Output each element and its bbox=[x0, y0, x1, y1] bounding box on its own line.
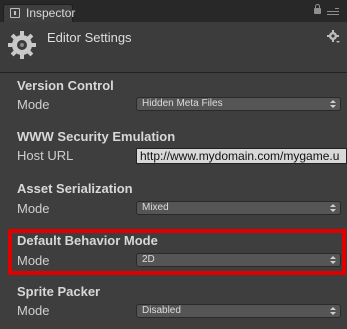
version-control-mode-label: Mode bbox=[17, 97, 50, 112]
settings-gear-icon[interactable] bbox=[327, 30, 341, 44]
dropdown-arrow-icon bbox=[330, 307, 336, 315]
asset-serialization-mode-dropdown[interactable]: Mixed bbox=[136, 201, 341, 215]
page-title: Editor Settings bbox=[47, 30, 132, 45]
lock-icon[interactable] bbox=[314, 4, 321, 14]
version-control-mode-dropdown[interactable]: Hidden Meta Files bbox=[136, 97, 341, 111]
section-title-sprite-packer: Sprite Packer bbox=[17, 284, 101, 299]
tab-inspector[interactable]: Inspector bbox=[3, 4, 76, 22]
dropdown-value: Mixed bbox=[142, 202, 169, 213]
section-title-asset-serialization: Asset Serialization bbox=[17, 181, 133, 196]
section-title-version-control: Version Control bbox=[17, 78, 114, 93]
tab-bar: Inspector bbox=[0, 0, 347, 22]
section-title-www-security: WWW Security Emulation bbox=[17, 129, 176, 144]
sprite-packer-mode-dropdown[interactable]: Disabled bbox=[136, 304, 341, 318]
gear-icon bbox=[8, 31, 36, 59]
tab-label: Inspector bbox=[26, 6, 76, 20]
dropdown-value: Hidden Meta Files bbox=[142, 98, 223, 109]
menu-icon[interactable] bbox=[327, 8, 339, 16]
settings-content: Version Control Mode Hidden Meta Files W… bbox=[0, 73, 347, 329]
dropdown-arrow-icon bbox=[330, 204, 336, 212]
dropdown-value: Disabled bbox=[142, 305, 181, 316]
asset-serialization-mode-label: Mode bbox=[17, 201, 50, 216]
host-url-label: Host URL bbox=[17, 148, 74, 163]
dropdown-arrow-icon bbox=[330, 100, 336, 108]
host-url-input[interactable]: http://www.mydomain.com/mygame.u bbox=[136, 148, 347, 164]
inspector-header: Editor Settings bbox=[0, 22, 347, 73]
highlight-box bbox=[8, 229, 346, 275]
sprite-packer-mode-label: Mode bbox=[17, 303, 50, 318]
inspector-icon bbox=[10, 8, 20, 18]
